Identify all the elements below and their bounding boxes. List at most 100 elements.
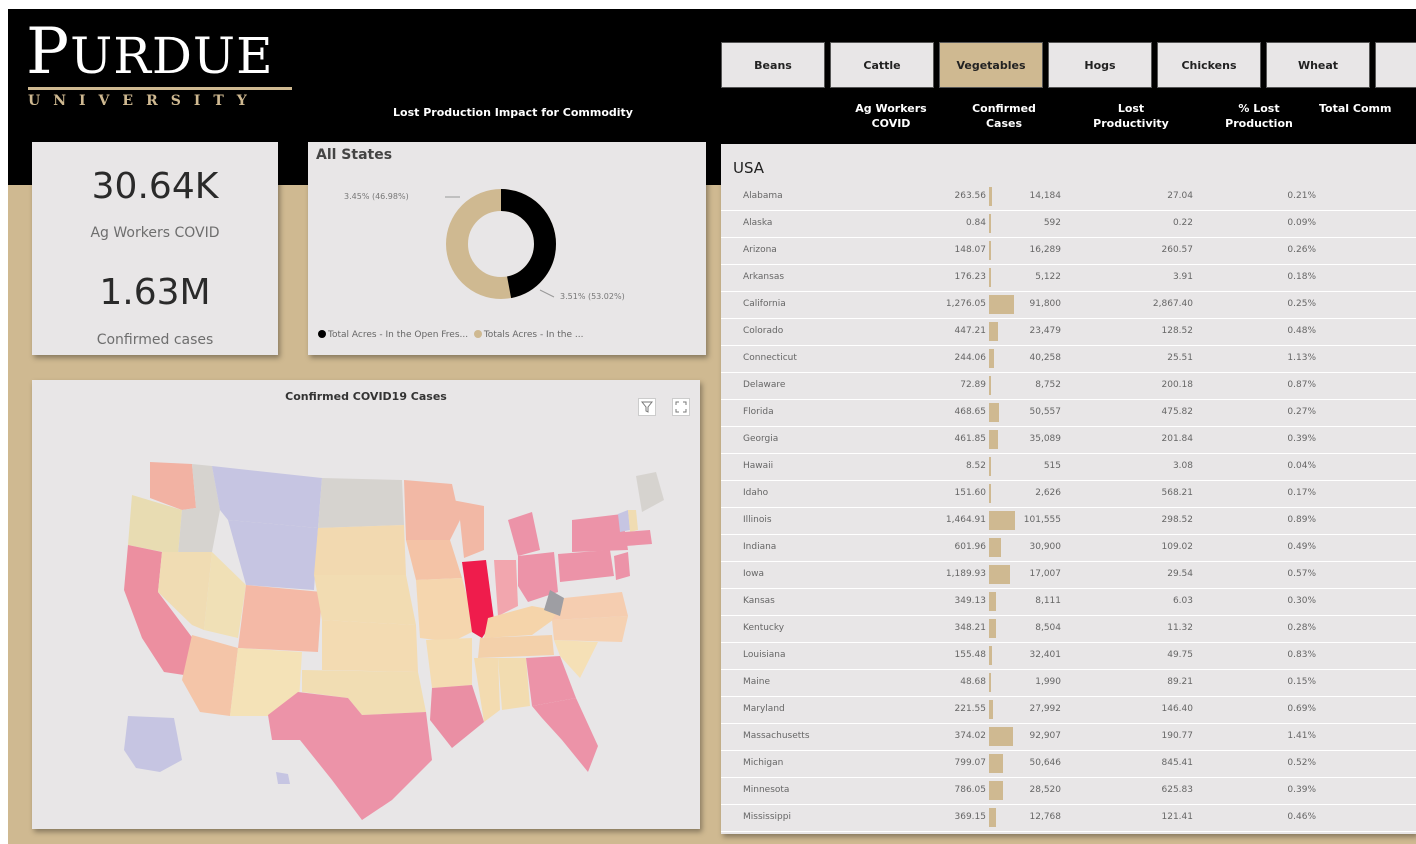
state-maine[interactable] — [636, 472, 664, 512]
table-row[interactable]: Colorado 447.21 23,479 128.52 0.48% — [721, 319, 1416, 346]
confirmed-cases-cell: 515 — [1043, 461, 1061, 471]
table-row[interactable]: Maine 48.68 1,990 89.21 0.15% — [721, 670, 1416, 697]
legend-dot-a — [318, 330, 326, 338]
table-row[interactable]: Iowa 1,189.93 17,007 29.54 0.57% — [721, 562, 1416, 589]
table-row[interactable]: Minnesota 786.05 28,520 625.83 0.39% — [721, 778, 1416, 805]
state-new-jersey[interactable] — [614, 552, 630, 580]
table-row[interactable]: Alaska 0.84 592 0.22 0.09% — [721, 211, 1416, 238]
table-row[interactable]: Connecticut 244.06 40,258 25.51 1.13% — [721, 346, 1416, 373]
table-row[interactable]: Indiana 601.96 30,900 109.02 0.49% — [721, 535, 1416, 562]
table-row[interactable]: Michigan 799.07 50,646 845.41 0.52% — [721, 751, 1416, 778]
ag-workers-value: 30.64K — [91, 166, 219, 207]
col-confirmed-cases[interactable]: Confirmed Cases — [969, 101, 1039, 131]
table-row[interactable]: Arkansas 176.23 5,122 3.91 0.18% — [721, 265, 1416, 292]
lost-productivity-cell: 49.75 — [1167, 650, 1193, 660]
state-cell: Louisiana — [743, 650, 786, 660]
pct-lost-cell: 0.27% — [1287, 407, 1316, 417]
tab-more[interactable] — [1375, 42, 1416, 88]
pct-lost-cell: 0.39% — [1287, 785, 1316, 795]
donut-label-b: 3.51% (53.02%) — [560, 292, 625, 301]
group-label-usa[interactable]: USA — [733, 159, 764, 177]
table-row[interactable]: Idaho 151.60 2,626 568.21 0.17% — [721, 481, 1416, 508]
table-row[interactable]: Kansas 349.13 8,111 6.03 0.30% — [721, 589, 1416, 616]
pct-lost-cell: 0.89% — [1287, 515, 1316, 525]
legend-item-a[interactable]: Total Acres - In the Open Fres... — [328, 330, 468, 340]
state-arkansas[interactable] — [426, 638, 472, 688]
col-pct-lost-production[interactable]: % Lost Production — [1209, 101, 1309, 131]
state-wisconsin[interactable] — [452, 500, 484, 558]
table-row[interactable]: Mississippi 369.15 12,768 121.41 0.46% — [721, 805, 1416, 832]
tab-wheat[interactable]: Wheat — [1266, 42, 1370, 88]
confirmed-cases-cell: 16,289 — [1029, 245, 1062, 255]
col-lost-productivity[interactable]: Lost Productivity — [1086, 101, 1176, 131]
state-michigan[interactable] — [508, 512, 540, 556]
table-row[interactable]: Maryland 221.55 27,992 146.40 0.69% — [721, 697, 1416, 724]
ag-workers-cell: 349.13 — [954, 596, 987, 606]
table-row[interactable]: Delaware 72.89 8,752 200.18 0.87% — [721, 373, 1416, 400]
state-florida[interactable] — [532, 698, 598, 772]
table-row[interactable]: Arizona 148.07 16,289 260.57 0.26% — [721, 238, 1416, 265]
data-bar — [989, 619, 996, 638]
table-row[interactable]: Georgia 461.85 35,089 201.84 0.39% — [721, 427, 1416, 454]
state-minnesota[interactable] — [404, 480, 460, 540]
tab-beans[interactable]: Beans — [721, 42, 825, 88]
tab-chickens[interactable]: Chickens — [1157, 42, 1261, 88]
state-massachusetts[interactable] — [624, 530, 652, 546]
donut-label-a: 3.45% (46.98%) — [344, 192, 409, 201]
state-south-dakota[interactable] — [314, 525, 406, 575]
lost-productivity-cell: 6.03 — [1172, 596, 1193, 606]
state-indiana[interactable] — [494, 560, 518, 616]
confirmed-cases-cell: 101,555 — [1023, 515, 1061, 525]
state-pennsylvania[interactable] — [558, 550, 614, 582]
table-row[interactable]: Kentucky 348.21 8,504 11.32 0.28% — [721, 616, 1416, 643]
donut-legend: Total Acres - In the Open Fres... Totals… — [318, 330, 584, 340]
donut-chart[interactable] — [308, 142, 706, 355]
state-virginia[interactable] — [552, 592, 628, 620]
lost-productivity-cell: 298.52 — [1161, 515, 1194, 525]
pct-lost-cell: 1.41% — [1287, 731, 1316, 741]
table-row[interactable]: Florida 468.65 50,557 475.82 0.27% — [721, 400, 1416, 427]
ag-workers-cell: 1,189.93 — [945, 569, 986, 579]
state-north-carolina[interactable] — [552, 616, 628, 642]
state-iowa[interactable] — [406, 540, 462, 580]
data-bar — [989, 457, 991, 476]
tab-hogs[interactable]: Hogs — [1048, 42, 1152, 88]
state-north-dakota[interactable] — [318, 478, 404, 528]
col-ag-workers[interactable]: Ag Workers COVID — [851, 101, 931, 131]
lost-productivity-cell: 0.22 — [1172, 218, 1193, 228]
state-arizona[interactable] — [182, 635, 238, 716]
state-kansas[interactable] — [322, 620, 418, 672]
tab-cattle[interactable]: Cattle — [830, 42, 934, 88]
lost-productivity-cell: 3.08 — [1172, 461, 1193, 471]
pct-lost-cell: 0.39% — [1287, 434, 1316, 444]
col-total-commodity[interactable]: Total Comm — [1319, 101, 1416, 116]
table-row[interactable]: Alabama 263.56 14,184 27.04 0.21% — [721, 184, 1416, 211]
tab-vegetables[interactable]: Vegetables — [939, 42, 1043, 88]
table-row[interactable]: Hawaii 8.52 515 3.08 0.04% — [721, 454, 1416, 481]
lost-productivity-cell: 25.51 — [1167, 353, 1193, 363]
state-alaska[interactable] — [124, 716, 182, 772]
lost-productivity-cell: 11.32 — [1167, 623, 1193, 633]
state-cell: Idaho — [743, 488, 769, 498]
state-alabama[interactable] — [498, 658, 530, 710]
state-wyoming[interactable] — [228, 520, 318, 590]
state-louisiana[interactable] — [430, 685, 484, 748]
map-card: Confirmed COVID19 Cases — [32, 380, 700, 829]
data-bar — [989, 727, 1013, 746]
state-vermont[interactable] — [618, 510, 630, 532]
leader-line-b — [539, 289, 555, 298]
state-nebraska[interactable] — [314, 575, 416, 625]
us-choropleth-map[interactable] — [32, 380, 700, 829]
table-row[interactable]: Louisiana 155.48 32,401 49.75 0.83% — [721, 643, 1416, 670]
state-hawaii[interactable] — [276, 772, 290, 784]
table-row[interactable]: Massachusetts 374.02 92,907 190.77 1.41% — [721, 724, 1416, 751]
ag-workers-cell: 1,276.05 — [945, 299, 986, 309]
state-tennessee[interactable] — [478, 635, 554, 658]
lost-productivity-cell: 89.21 — [1167, 677, 1193, 687]
state-montana[interactable] — [212, 466, 322, 528]
legend-item-b[interactable]: Totals Acres - In the ... — [484, 330, 584, 340]
confirmed-cases-cell: 91,800 — [1029, 299, 1062, 309]
table-row[interactable]: Illinois 1,464.91 101,555 298.52 0.89% — [721, 508, 1416, 535]
table-row[interactable]: California 1,276.05 91,800 2,867.40 0.25% — [721, 292, 1416, 319]
state-colorado[interactable] — [238, 585, 322, 652]
